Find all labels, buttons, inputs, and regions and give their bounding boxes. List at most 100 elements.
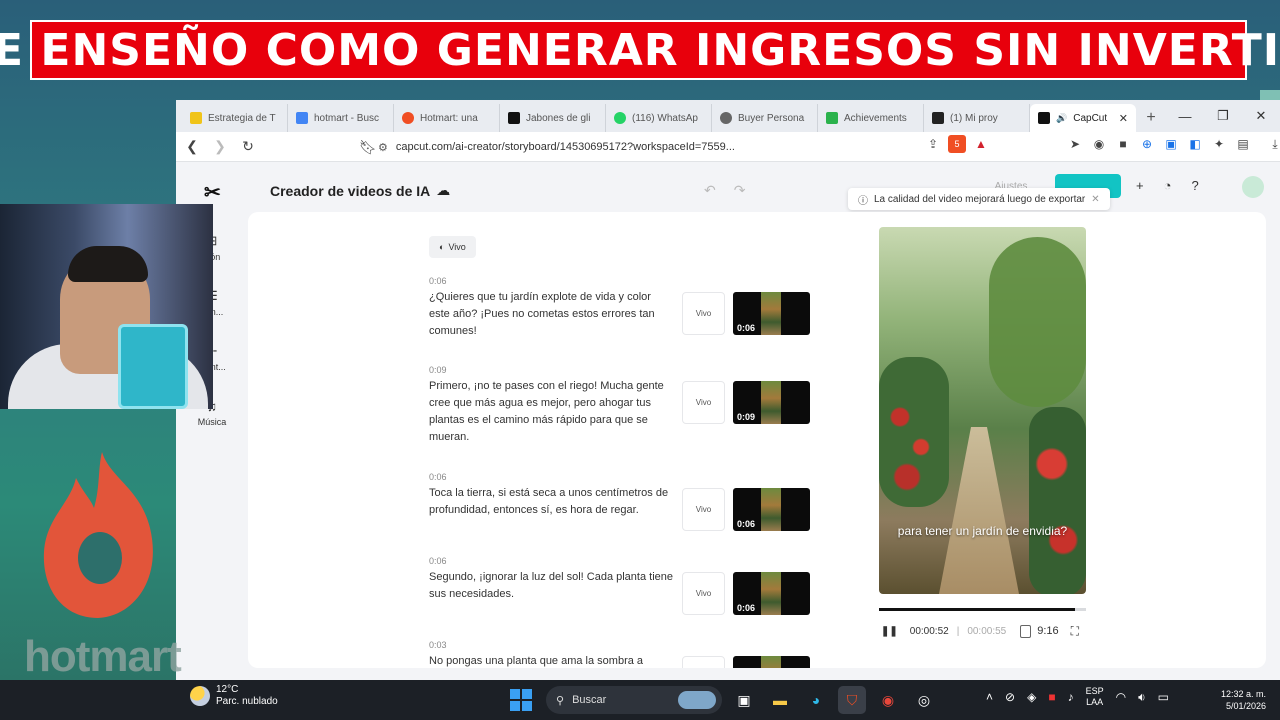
thumbnail-duration: 0:06 [737,323,756,333]
file-explorer-icon[interactable]: ▬ [766,686,794,714]
capcut-logo-icon[interactable]: ✂ [204,180,221,205]
brave-icon[interactable]: ⛉ [838,686,866,714]
url-field[interactable]: ⚙ capcut.com/ai-creator/storyboard/14530… [378,136,778,158]
tab-4[interactable]: Jabones de gli [500,104,606,132]
tab-bar: Estrategia de T hotmart - Busc Hotmart: … [176,100,1280,132]
scene-duration: 0:09 [429,365,447,375]
scene-script[interactable]: Segundo, ¡ignorar la luz del sol! Cada p… [429,569,673,603]
camera-extension-icon[interactable]: ■ [1114,135,1132,153]
webcam-hair [68,246,148,282]
pause-icon[interactable]: ❚❚ [881,626,898,637]
tab-3[interactable]: Hotmart: una [394,104,500,132]
tab-label: Buyer Persona [738,112,805,124]
scene-voice-button[interactable]: Vivo [682,488,725,531]
video-preview[interactable]: para tener un jardín de envidia? [879,227,1086,594]
site-settings-icon[interactable]: ⚙ [378,141,388,154]
tab-1[interactable]: Estrategia de T [182,104,288,132]
scene-thumbnail[interactable]: 0:06 [733,488,810,531]
undo-icon[interactable]: ↶ [704,182,716,199]
back-icon[interactable]: ❮ [180,135,204,159]
close-toast-icon[interactable]: ✕ [1091,194,1099,205]
scene-item: 0:09 Primero, ¡no te pases con el riego!… [429,365,829,446]
chevron-up-icon[interactable]: ˄ [986,690,993,704]
info-icon: ⓘ [858,195,868,207]
add-icon[interactable]: + [1136,178,1144,193]
close-tab-icon[interactable]: ✕ [1119,112,1128,125]
lang-code: ESP [1085,686,1104,696]
capture-extension-icon[interactable]: ▣ [1162,135,1180,153]
record-icon[interactable]: ■ [1048,690,1055,704]
scene-voice-button[interactable]: Vivo [682,292,725,335]
search-placeholder: Buscar [572,694,607,706]
scene-thumbnail[interactable] [733,656,810,668]
fullscreen-icon[interactable]: ⛶ [1071,624,1079,639]
download-extension-icon[interactable]: ⊕ [1138,135,1156,153]
download-icon[interactable]: ⤓ [1266,135,1280,153]
task-view-icon[interactable]: ▣ [730,686,758,714]
thumbnail-duration: 0:06 [737,519,756,529]
volume-icon[interactable]: 🔉︎ [1138,690,1146,705]
brave-rewards-icon[interactable]: ▲ [972,135,990,153]
microphone-icon[interactable]: ♪ [1068,690,1074,704]
scene-script[interactable]: No pongas una planta que ama la sombra a [429,653,673,668]
reload-icon[interactable]: ↻ [236,135,260,159]
scene-script[interactable]: ¿Quieres que tu jardín explote de vida y… [429,289,673,340]
aspect-ratio-icon[interactable] [1020,624,1032,638]
voice-selector[interactable]: ◐ Vivo [429,236,476,258]
scene-voice-button[interactable] [682,656,725,668]
preview-subtitle: para tener un jardín de envidia? [897,524,1068,538]
extension-icon[interactable]: ◉ [1090,135,1108,153]
preview-flowers-right [1029,407,1086,594]
minimize-button[interactable]: — [1166,100,1204,132]
scene-thumbnail[interactable]: 0:09 [733,381,810,424]
taskbar-search[interactable]: ⚲ Buscar [546,686,722,714]
battery-icon[interactable]: ▭ [1158,690,1169,704]
avatar[interactable] [1242,176,1264,198]
hotmart-flame-icon [43,452,153,618]
tab-8[interactable]: (1) Mi proy [924,104,1030,132]
scene-script[interactable]: Primero, ¡no te pases con el riego! Much… [429,378,673,446]
edge-icon[interactable]: ◕ [802,686,830,714]
reading-icon[interactable]: ▤ [1234,135,1252,153]
tab-label: hotmart - Busc [314,112,380,124]
puzzle-icon[interactable]: ✦ [1210,135,1228,153]
chrome-icon[interactable]: ◉ [874,686,902,714]
weather-widget[interactable]: 12°C Parc. nublado [190,684,278,708]
webcam-overlay [0,204,213,409]
scene-voice-button[interactable]: Vivo [682,381,725,424]
help-icon[interactable]: ? [1191,178,1198,193]
scene-thumbnail[interactable]: 0:06 [733,292,810,335]
wifi-icon[interactable]: ◠ [1116,690,1126,704]
tab-5[interactable]: (116) WhatsAp [606,104,712,132]
forward-icon[interactable]: ❯ [208,135,232,159]
close-window-button[interactable]: ✕ [1242,100,1280,132]
new-tab-button[interactable]: + [1136,104,1166,132]
tab-7[interactable]: Achievements [818,104,924,132]
share-icon[interactable]: ⇪ [924,135,942,153]
bookmark-icon[interactable]: 🔖︎ [356,135,380,159]
language-indicator[interactable]: ESP LAA [1086,686,1104,708]
browser-window: Estrategia de T hotmart - Busc Hotmart: … [176,100,1280,680]
security-icon[interactable]: ◈ [1027,690,1036,704]
scene-script[interactable]: Toca la tierra, si está seca a unos cent… [429,485,673,519]
aspect-ratio[interactable]: 9:16 [1037,625,1058,637]
tab-6[interactable]: Buyer Persona [712,104,818,132]
network-off-icon[interactable]: ⊘ [1005,690,1015,704]
brave-shield-icon[interactable]: 5 [948,135,966,153]
obs-icon[interactable]: ◎ [910,686,938,714]
windows-start-icon[interactable] [510,689,532,711]
redo-icon[interactable]: ↷ [734,182,746,199]
history-icon[interactable]: ◔ [1164,178,1172,193]
google-icon [296,112,308,124]
tab-capcut-active[interactable]: 🔊 CapCut ✕ [1030,104,1136,132]
screen-extension-icon[interactable]: ◧ [1186,135,1204,153]
playback-progress[interactable] [879,608,1086,611]
scene-voice-button[interactable]: Vivo [682,572,725,615]
header-actions: + ◔ ? [1136,178,1199,193]
scene-thumbnail[interactable]: 0:06 [733,572,810,615]
cursor-extension-icon[interactable]: ➤ [1066,135,1084,153]
restore-button[interactable]: ❐ [1204,100,1242,132]
taskbar-clock[interactable]: 12:32 a. m. 5/01/2026 [1214,688,1266,712]
tab-2[interactable]: hotmart - Busc [288,104,394,132]
scene-item: 0:03 No pongas una planta que ama la som… [429,640,829,668]
